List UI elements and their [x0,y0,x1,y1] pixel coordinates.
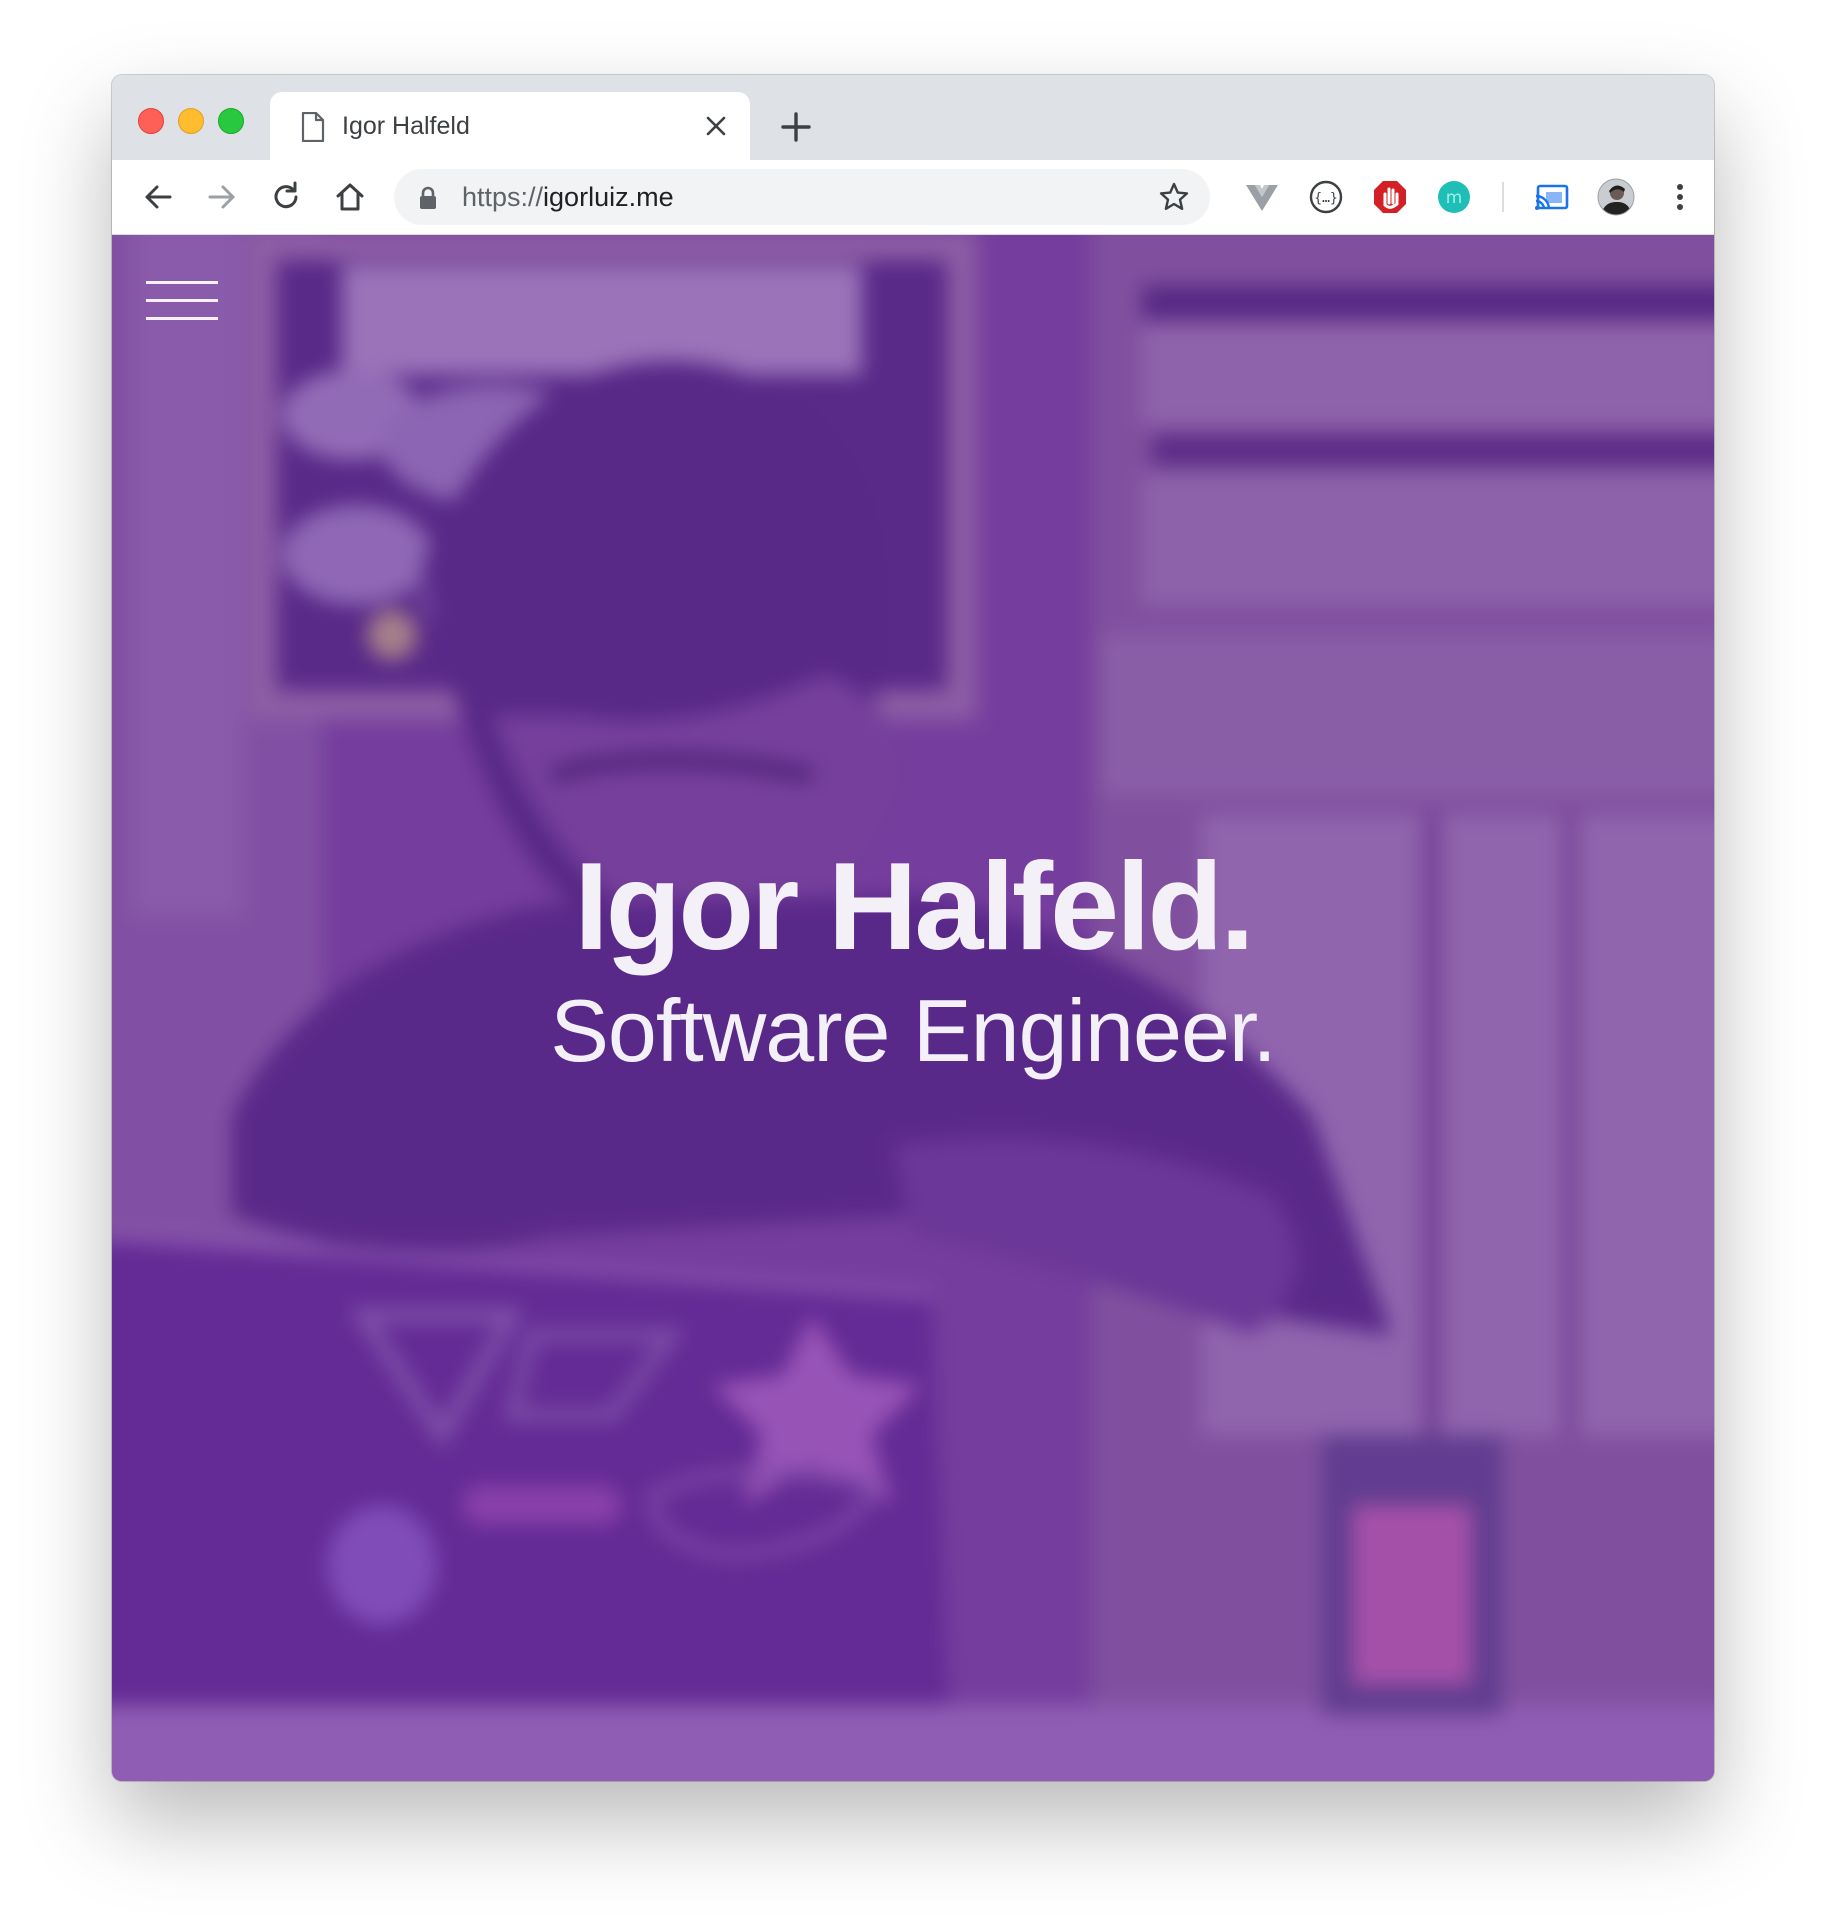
hero: Igor Halfeld. Software Engineer. [112,837,1714,1085]
address-bar[interactable]: https://igorluiz.me [394,169,1210,225]
close-window-button[interactable] [138,108,164,134]
toolbar-divider [1502,182,1504,212]
hero-name: Igor Halfeld. [574,838,1255,976]
adblock-icon[interactable] [1370,177,1410,217]
json-formatter-icon[interactable]: {…} [1306,177,1346,217]
reload-icon[interactable] [268,179,304,215]
url-scheme: https:// [462,182,544,212]
hamburger-line [146,317,218,320]
home-icon[interactable] [332,179,368,215]
m-extension-icon[interactable]: m [1434,177,1474,217]
minimize-window-button[interactable] [178,108,204,134]
page-icon [301,112,325,142]
maximize-window-button[interactable] [218,108,244,134]
hamburger-icon[interactable] [146,277,218,325]
hamburger-line [146,299,218,302]
web-page: Igor Halfeld. Software Engineer. [112,235,1714,1781]
hamburger-line [146,281,218,284]
browser-window: Igor Halfeld https://igorluiz.me {…} m I… [112,75,1714,1781]
avatar[interactable] [1596,177,1636,217]
plus-icon[interactable] [778,109,814,145]
kebab-menu-icon[interactable] [1660,177,1700,217]
tab-title: Igor Halfeld [342,112,470,140]
cast-icon[interactable] [1532,177,1572,217]
vue-devtools-icon[interactable] [1242,177,1282,217]
lock-icon[interactable] [418,186,438,210]
hero-role: Software Engineer. [550,981,1277,1080]
browser-tab[interactable]: Igor Halfeld [270,92,750,160]
url-text[interactable]: https://igorluiz.me [462,181,674,213]
tab-strip: Igor Halfeld [112,75,1714,160]
browser-toolbar: https://igorluiz.me {…} m [112,160,1714,235]
close-tab-icon[interactable] [700,110,732,142]
url-host: igorluiz.me [543,182,674,212]
svg-text:m: m [1446,188,1463,208]
star-icon[interactable] [1158,181,1190,213]
arrow-right-icon[interactable] [204,179,240,215]
arrow-left-icon[interactable] [140,179,176,215]
svg-text:{…}: {…} [1314,191,1337,206]
